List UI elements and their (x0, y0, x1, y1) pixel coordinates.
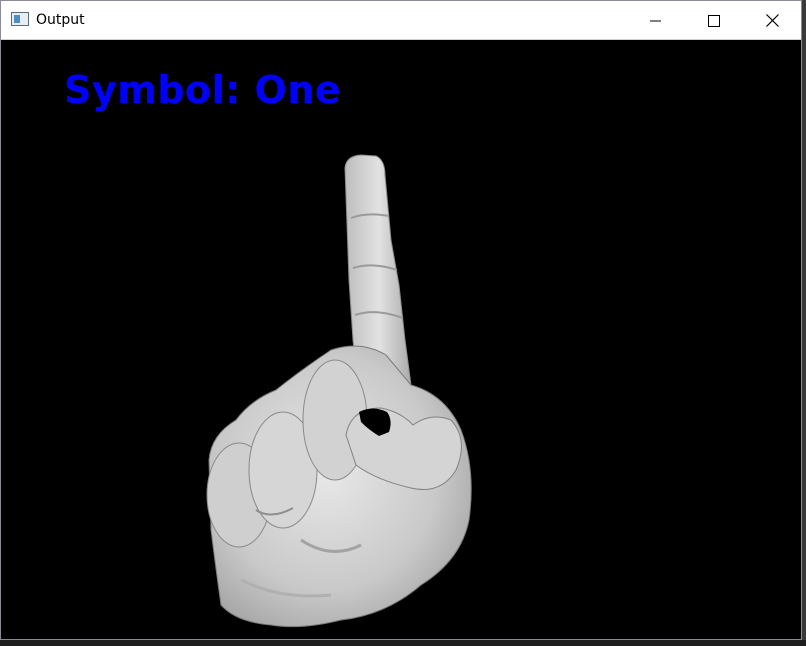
minimize-button[interactable] (627, 1, 685, 40)
background-edge (802, 0, 806, 646)
minimize-icon (650, 20, 661, 21)
console-strip (0, 640, 806, 646)
window-title: Output (36, 12, 85, 28)
hand-image (206, 154, 472, 628)
maximize-icon (708, 14, 720, 27)
app-window-icon (11, 12, 29, 26)
maximize-button[interactable] (685, 1, 743, 40)
close-icon (765, 14, 779, 27)
output-window: Output Symbol: One (0, 0, 802, 640)
close-button[interactable] (743, 1, 801, 40)
video-output-canvas: Symbol: One (1, 40, 801, 639)
title-bar[interactable]: Output (1, 1, 801, 40)
